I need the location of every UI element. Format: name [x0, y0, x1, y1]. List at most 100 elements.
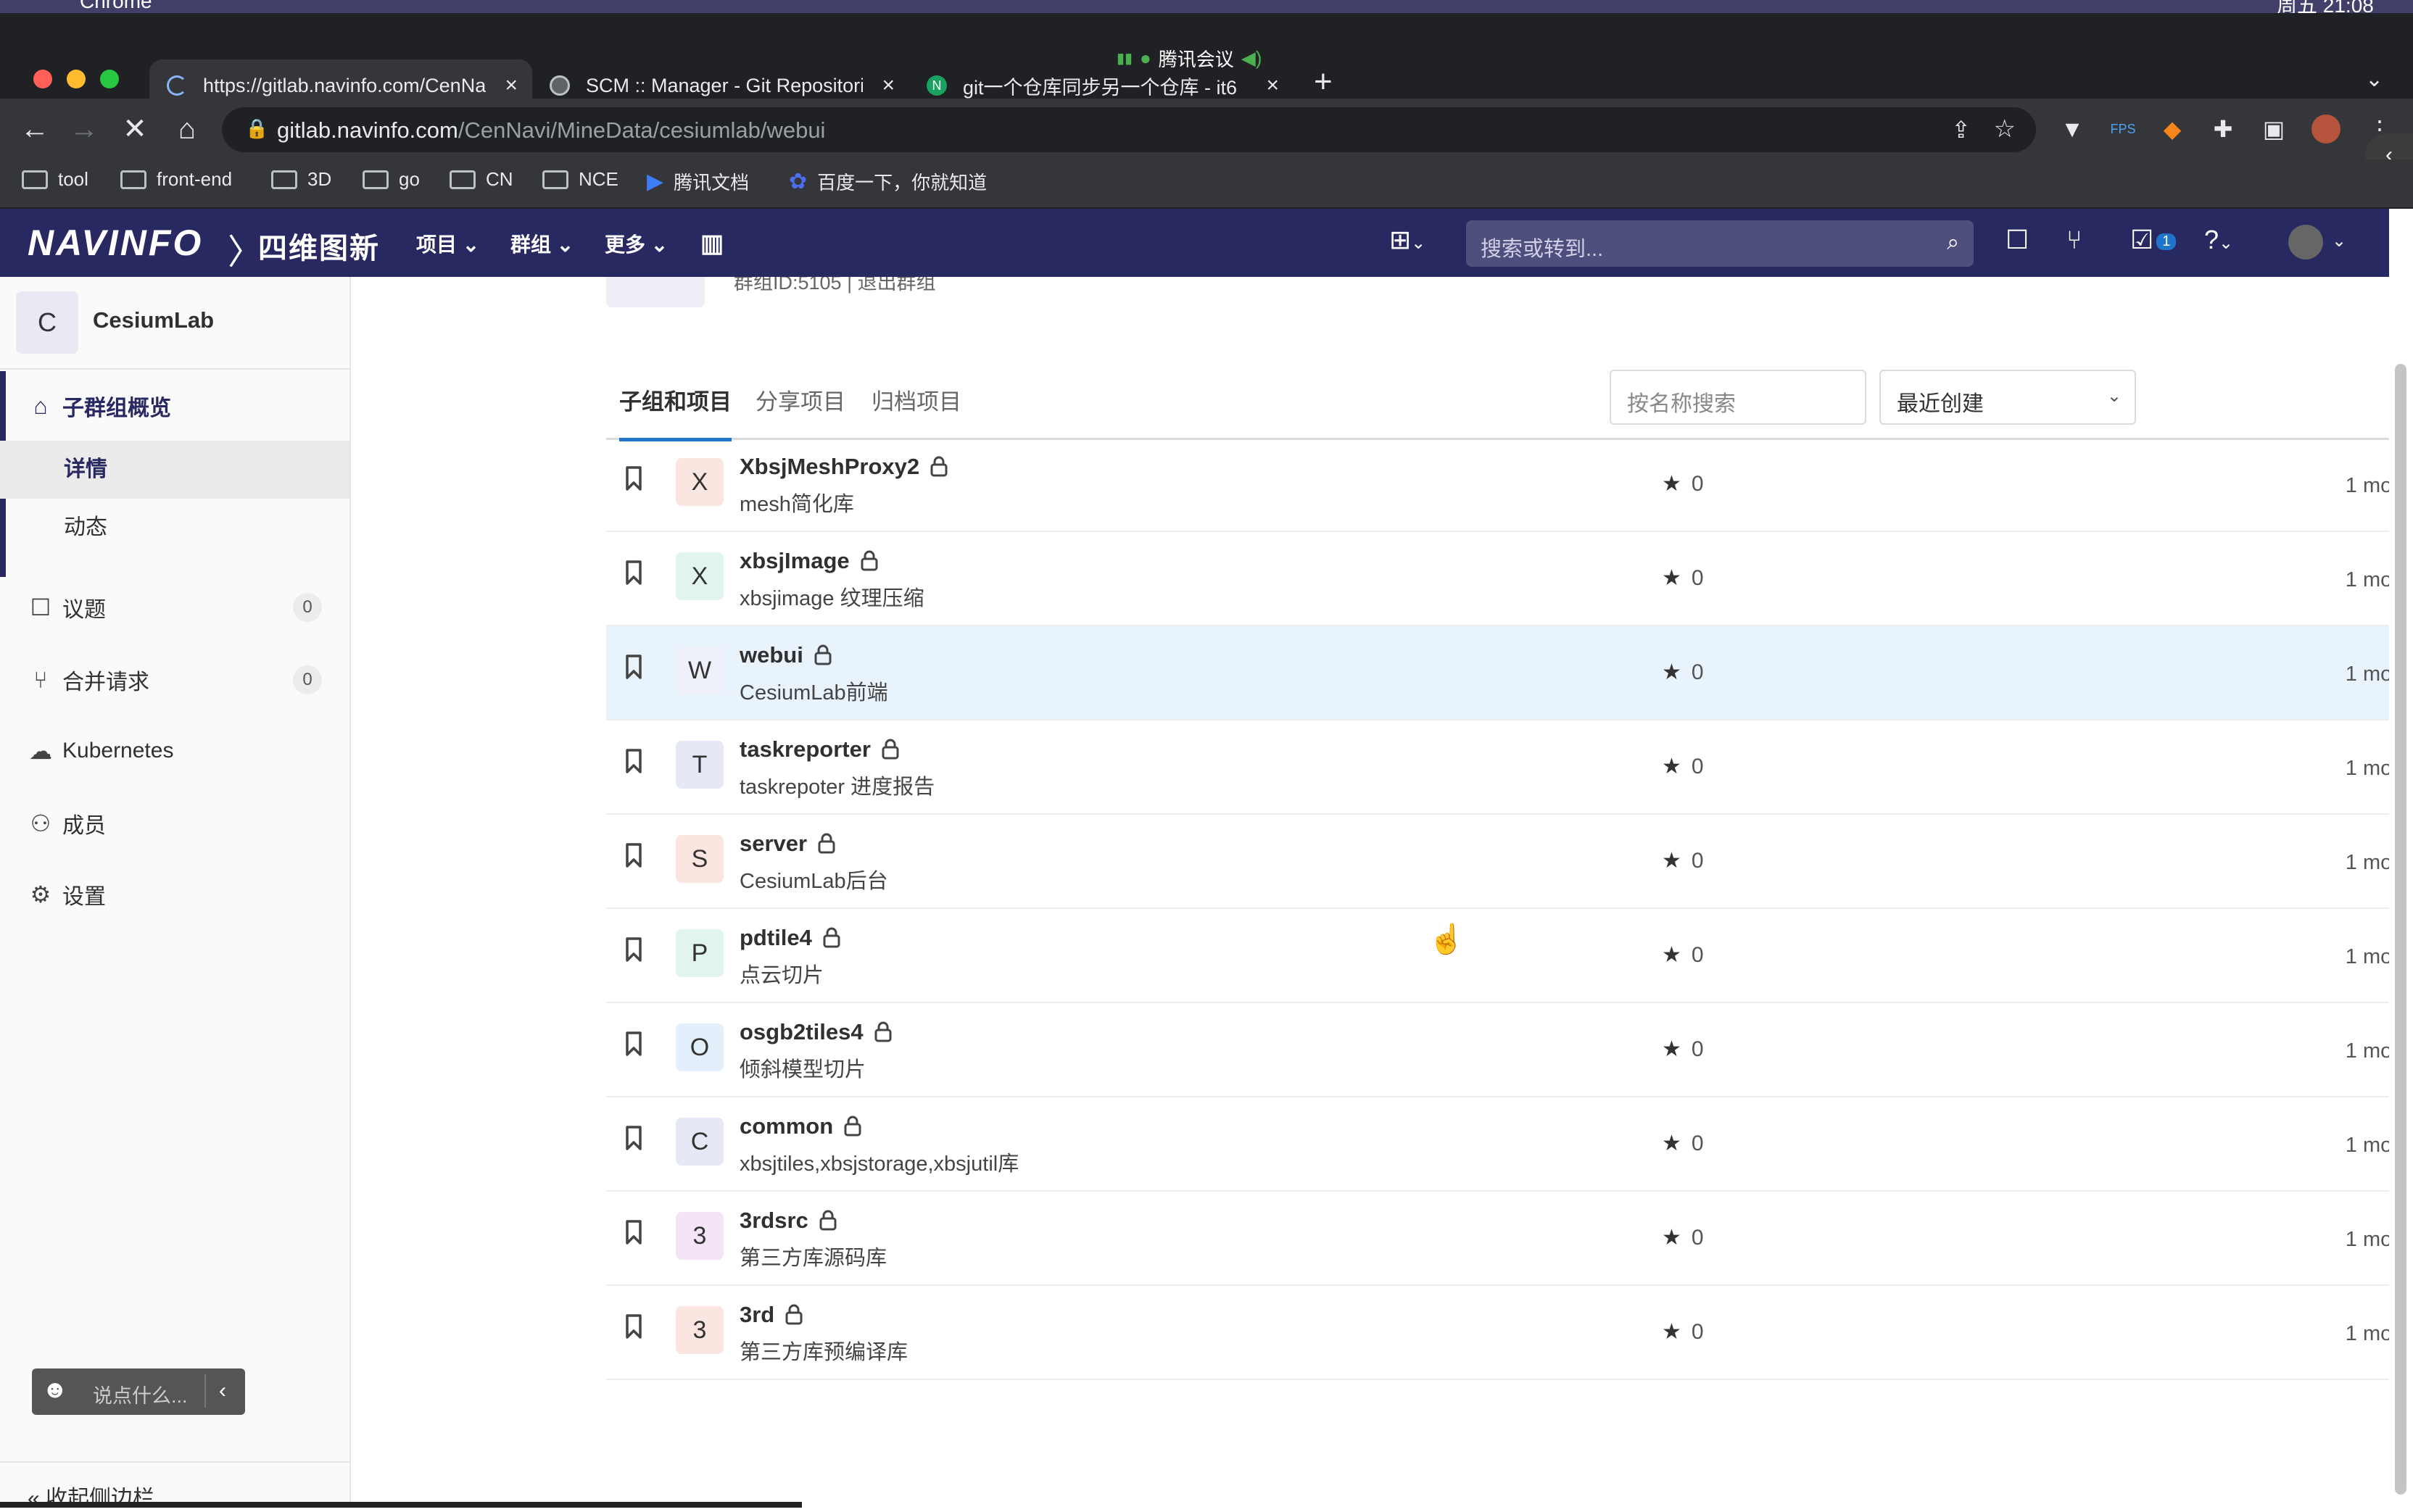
bookmark-nce[interactable]: NCE [542, 168, 618, 191]
project-avatar[interactable]: C [676, 1118, 724, 1166]
lock-icon[interactable]: 🔒 [245, 117, 268, 140]
home-icon[interactable]: ⌂ [170, 112, 204, 146]
project-row[interactable]: WwebuiCesiumLab前端★01 month ago [606, 626, 2389, 720]
tab-close-icon[interactable]: × [1266, 73, 1279, 98]
sidebar-item-merge-requests[interactable]: ⑂ 合并请求 0 [0, 651, 349, 709]
new-item-icon[interactable]: ⊞⌄ [1389, 225, 1425, 255]
sidebar-subitem-details[interactable]: 详情 [0, 441, 349, 499]
project-row[interactable]: Ppdtile4点云切片★01 month ago [606, 909, 2389, 1003]
project-row[interactable]: SserverCesiumLab后台★01 month ago [606, 815, 2389, 909]
project-name[interactable]: osgb2tiles4 [740, 1019, 864, 1044]
project-name[interactable]: webui [740, 642, 803, 668]
tab-archived-projects[interactable]: 归档项目 [872, 380, 961, 438]
zoom-window-button[interactable] [100, 70, 119, 88]
bookmark-icon[interactable] [625, 1313, 642, 1339]
bookmark-icon[interactable] [625, 1125, 642, 1151]
project-name[interactable]: XbsjMeshProxy2 [740, 454, 919, 479]
fps-extension-icon[interactable]: FPS [2108, 115, 2137, 144]
new-tab-icon[interactable]: + [1314, 64, 1333, 100]
bookmark-3d[interactable]: 3D [271, 168, 331, 191]
bookmark-baidu[interactable]: ✿ 百度一下，你就知道 [789, 168, 987, 195]
page-scrollbar[interactable] [2389, 277, 2413, 1508]
forward-icon[interactable]: → [67, 112, 102, 146]
stop-icon[interactable]: ✕ [117, 112, 152, 146]
search-input[interactable]: 搜索或转到... ⌕ [1466, 220, 1974, 267]
project-row[interactable]: 33rdsrc第三方库源码库★01 month ago [606, 1192, 2389, 1286]
profile-avatar[interactable] [2311, 115, 2340, 144]
group-name[interactable]: CesiumLab [93, 307, 214, 333]
bookmark-icon[interactable] [625, 465, 642, 491]
project-avatar[interactable]: P [676, 929, 724, 977]
close-window-button[interactable] [33, 70, 52, 88]
project-row[interactable]: XxbsjImagexbsjimage 纹理压缩★01 month ago [606, 532, 2389, 626]
sidebar-subitem-activity[interactable]: 动态 [0, 499, 349, 557]
bookmark-icon[interactable] [625, 560, 642, 586]
address-bar[interactable]: 🔒 gitlab.navinfo.com/CenNavi/MineData/ce… [222, 107, 2036, 152]
project-avatar[interactable]: X [676, 458, 724, 506]
project-avatar[interactable]: W [676, 647, 724, 694]
project-name[interactable]: 3rdsrc [740, 1208, 808, 1233]
bookmark-icon[interactable] [625, 1031, 642, 1057]
extensions-icon[interactable]: ✚ [2209, 115, 2238, 144]
project-avatar[interactable]: 3 [676, 1306, 724, 1354]
bookmark-front-end[interactable]: front-end [120, 168, 232, 191]
todos-icon[interactable]: ☑ 1 [2130, 225, 2177, 255]
tab-close-icon[interactable]: × [882, 73, 895, 98]
project-name[interactable]: pdtile4 [740, 925, 812, 950]
vue-devtools-icon[interactable]: ▼ [2058, 115, 2087, 144]
project-name[interactable]: taskreporter [740, 736, 871, 762]
bookmark-icon[interactable] [625, 654, 642, 680]
bookmark-go[interactable]: go [363, 168, 420, 191]
bookmark-icon[interactable] [625, 842, 642, 868]
tab-subgroups-projects[interactable]: 子组和项目 [619, 380, 732, 441]
tab-search-icon[interactable]: ⌄ [2365, 67, 2383, 92]
nav-projects[interactable]: 项目 ⌄ [416, 229, 479, 258]
navinfo-logo[interactable]: NAVINFO [28, 222, 203, 264]
star-icon[interactable]: ☆ [1994, 115, 2016, 144]
scrollbar-thumb[interactable] [2395, 364, 2406, 1495]
project-avatar[interactable]: T [676, 741, 724, 789]
bookmark-tool[interactable]: tool [22, 168, 88, 191]
side-panel-icon[interactable]: ▣ [2259, 115, 2288, 144]
chevron-left-icon[interactable]: ‹ [219, 1379, 226, 1403]
share-icon[interactable]: ⇪ [1951, 116, 1971, 144]
chevron-down-icon[interactable]: ⌄ [2332, 230, 2346, 252]
project-avatar[interactable]: 3 [676, 1212, 724, 1260]
bookmark-icon[interactable] [625, 1219, 642, 1245]
bookmark-icon[interactable] [625, 748, 642, 774]
bookmark-tencent-docs[interactable]: ▶ 腾讯文档 [647, 168, 749, 195]
project-avatar[interactable]: X [676, 552, 724, 600]
user-avatar[interactable] [2288, 225, 2323, 259]
project-avatar[interactable]: O [676, 1023, 724, 1071]
merge-requests-icon[interactable]: ⑂ [2066, 225, 2082, 255]
sort-dropdown[interactable]: 最近创建 ⌄ [1879, 370, 2136, 425]
project-name[interactable]: xbsjImage [740, 548, 850, 573]
feedback-widget[interactable]: ☻ 说点什么... ‹ [32, 1368, 245, 1415]
issues-icon[interactable]: ☐ [2006, 225, 2029, 255]
minimize-window-button[interactable] [67, 70, 86, 88]
bookmark-icon[interactable] [625, 936, 642, 963]
navinfo-logo-cn[interactable]: 四维图新 [258, 225, 380, 267]
tab-close-icon[interactable]: × [505, 73, 518, 98]
sidebar-item-kubernetes[interactable]: ☁ Kubernetes [0, 722, 349, 780]
project-name[interactable]: server [740, 831, 807, 856]
nav-groups[interactable]: 群组 ⌄ [510, 229, 574, 258]
tab-shared-projects[interactable]: 分享项目 [756, 380, 845, 438]
bookmark-cn[interactable]: CN [450, 168, 513, 191]
activity-chart-icon[interactable]: ▥ [700, 229, 724, 258]
menu-app[interactable]: Chrome [80, 0, 152, 13]
project-row[interactable]: 33rd第三方库预编译库★01 month ago [606, 1286, 2389, 1380]
back-icon[interactable]: ← [17, 112, 52, 146]
group-avatar[interactable]: C [16, 291, 78, 354]
sidebar-item-overview[interactable]: ⌂ 子群组概览 [0, 377, 349, 435]
project-avatar[interactable]: S [676, 835, 724, 883]
help-icon[interactable]: ?⌄ [2204, 225, 2233, 255]
sidebar-item-issues[interactable]: ☐ 议题 0 [0, 578, 349, 636]
project-row[interactable]: Oosgb2tiles4倾斜模型切片★01 month ago [606, 1003, 2389, 1097]
project-name[interactable]: common [740, 1113, 833, 1139]
sidebar-item-members[interactable]: ⚇ 成员 [0, 794, 349, 852]
project-row[interactable]: Ttaskreportertaskrepoter 进度报告★01 month a… [606, 720, 2389, 815]
project-row[interactable]: XXbsjMeshProxy2mesh简化库★01 month ago [606, 438, 2389, 532]
sidebar-item-settings[interactable]: ⚙ 设置 [0, 865, 349, 923]
metamask-icon[interactable]: ◆ [2158, 115, 2187, 144]
